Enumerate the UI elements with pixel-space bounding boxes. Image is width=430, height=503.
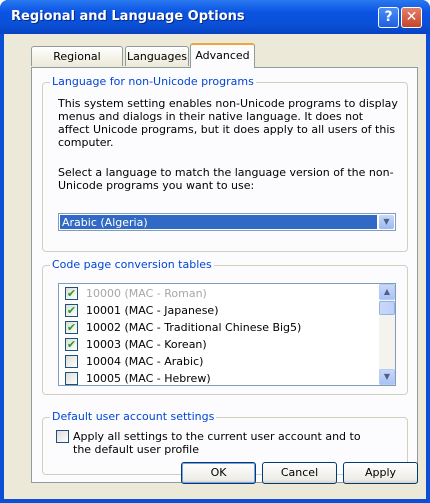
apply-default-label[interactable]: Apply all settings to the current user a…: [73, 430, 373, 456]
tab-advanced[interactable]: Advanced: [190, 43, 255, 68]
list-item-label: 10000 (MAC - Roman): [86, 287, 207, 300]
dialog-window: Regional and Language Options ? ✕ Region…: [0, 0, 430, 503]
scroll-up-arrow-icon[interactable]: ▲: [379, 284, 395, 300]
tab-languages[interactable]: Languages: [125, 46, 189, 66]
tab-regional-options[interactable]: Regional Options: [31, 46, 123, 82]
help-icon[interactable]: ?: [378, 7, 399, 28]
non-unicode-legend: Language for non-Unicode programs: [50, 75, 256, 88]
list-item-label: 10002 (MAC - Traditional Chinese Big5): [86, 321, 302, 334]
list-item[interactable]: ✔ 10001 (MAC - Japanese): [65, 302, 375, 319]
advanced-tab-panel: Language for non-Unicode programs This s…: [31, 67, 418, 483]
list-item[interactable]: 10005 (MAC - Hebrew): [65, 370, 375, 385]
apply-button[interactable]: Apply: [343, 462, 418, 484]
scroll-down-arrow-icon[interactable]: ▼: [379, 369, 395, 385]
list-item[interactable]: ✔ 10002 (MAC - Traditional Chinese Big5): [65, 319, 375, 336]
checkmark-icon[interactable]: ✔: [65, 338, 78, 351]
code-page-legend: Code page conversion tables: [50, 258, 214, 271]
list-item[interactable]: 10004 (MAC - Arabic): [65, 353, 375, 370]
code-page-list[interactable]: ✔ 10000 (MAC - Roman) ✔ 10001 (MAC - Jap…: [58, 283, 396, 386]
dialog-client-area: Regional Options Languages Advanced Lang…: [4, 34, 426, 499]
cancel-button[interactable]: Cancel: [262, 462, 337, 484]
checkmark-icon[interactable]: ✔: [65, 321, 78, 334]
checkbox[interactable]: [65, 355, 78, 368]
checkmark-icon[interactable]: ✔: [65, 304, 78, 317]
title-bar[interactable]: Regional and Language Options ? ✕: [0, 0, 430, 34]
checkmark-icon[interactable]: ✔: [65, 287, 78, 300]
checkbox[interactable]: [65, 372, 78, 385]
list-item[interactable]: ✔ 10003 (MAC - Korean): [65, 336, 375, 353]
scrollbar-thumb[interactable]: [379, 301, 395, 315]
chevron-down-icon[interactable]: ▼: [379, 215, 394, 229]
language-dropdown-value: Arabic (Algeria): [60, 215, 377, 229]
close-icon[interactable]: ✕: [401, 7, 422, 28]
non-unicode-instruction: Select a language to match the language …: [58, 166, 394, 192]
apply-default-checkbox[interactable]: [56, 430, 69, 443]
window-title: Regional and Language Options: [11, 9, 245, 24]
list-item-label: 10003 (MAC - Korean): [86, 338, 207, 351]
language-dropdown[interactable]: Arabic (Algeria) ▼: [58, 213, 396, 231]
list-item-label: 10004 (MAC - Arabic): [86, 355, 204, 368]
non-unicode-description: This system setting enables non-Unicode …: [58, 97, 398, 149]
list-item-label: 10001 (MAC - Japanese): [86, 304, 219, 317]
ok-button[interactable]: OK: [181, 462, 256, 484]
list-item-label: 10005 (MAC - Hebrew): [86, 372, 211, 385]
list-scrollbar[interactable]: ▲ ▼: [379, 284, 395, 385]
list-item[interactable]: ✔ 10000 (MAC - Roman): [65, 285, 375, 302]
default-user-legend: Default user account settings: [50, 410, 217, 423]
